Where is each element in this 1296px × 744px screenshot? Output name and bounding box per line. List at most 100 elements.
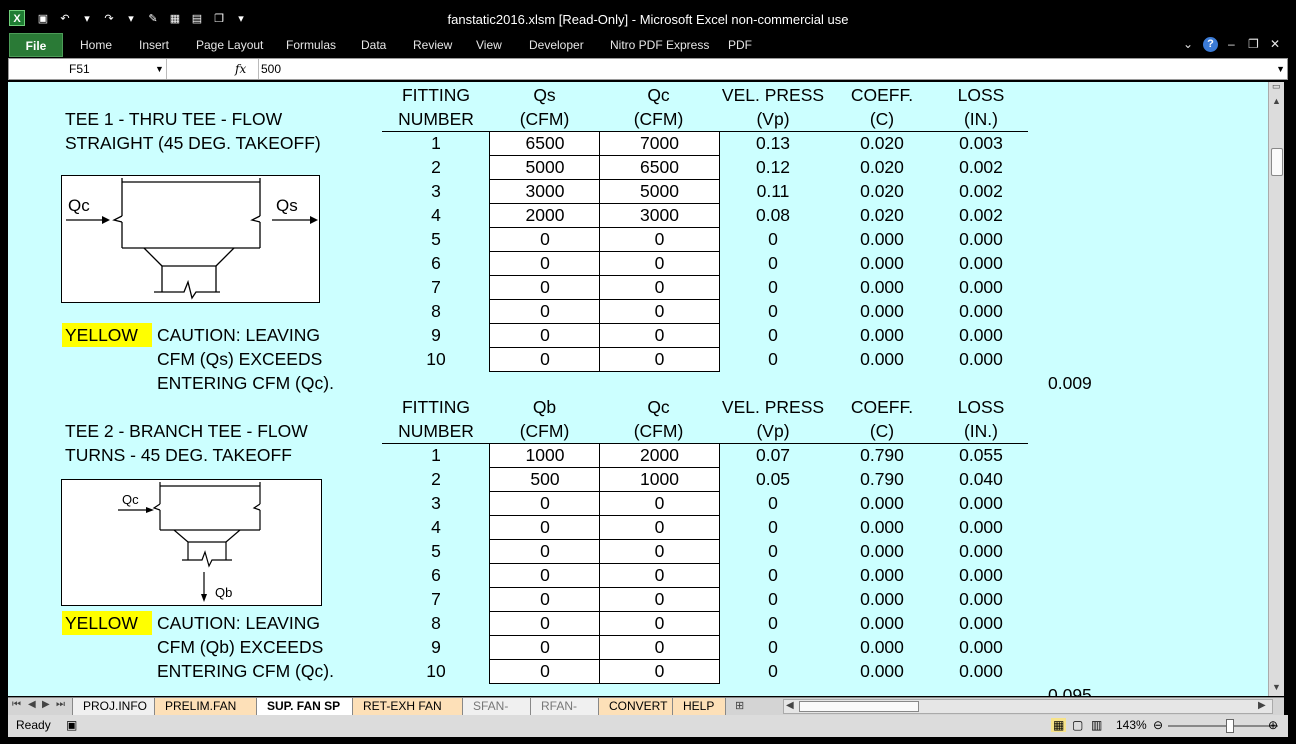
tee1-cell-col3[interactable]: 0 bbox=[599, 275, 720, 300]
last-sheet-icon[interactable]: ⏭ bbox=[56, 699, 65, 710]
tee2-cell-col3[interactable]: 0 bbox=[599, 491, 720, 516]
tab-data[interactable]: Data bbox=[361, 38, 386, 52]
tee2-cell-col2[interactable]: 0 bbox=[489, 659, 601, 684]
tab-formulas[interactable]: Formulas bbox=[286, 38, 336, 52]
tee1-cell-col2[interactable]: 3000 bbox=[489, 179, 601, 204]
undo-icon[interactable]: ↶ bbox=[56, 9, 74, 27]
zoom-slider[interactable] bbox=[1168, 725, 1278, 727]
page-layout-view-icon[interactable]: ▢ bbox=[1072, 718, 1083, 732]
sheet-tab-help[interactable]: HELP bbox=[672, 698, 726, 715]
tab-pdf[interactable]: PDF bbox=[728, 38, 752, 52]
tee1-cell-col3[interactable]: 3000 bbox=[599, 203, 720, 228]
normal-view-icon[interactable]: ▦ bbox=[1051, 718, 1067, 732]
sheet-tab-rfan-sp[interactable]: RFAN-SP bbox=[530, 698, 600, 730]
tee1-cell-col3[interactable]: 6500 bbox=[599, 155, 720, 180]
tee1-cell-col3[interactable]: 0 bbox=[599, 251, 720, 276]
tee1-cell-col2[interactable]: 0 bbox=[489, 275, 601, 300]
tee2-cell-col3[interactable]: 2000 bbox=[599, 443, 720, 468]
excel-logo-icon[interactable]: X bbox=[9, 10, 25, 26]
sheet-tab-proj-info[interactable]: PROJ.INFO bbox=[72, 698, 156, 715]
tee2-cell-col2[interactable]: 0 bbox=[489, 539, 601, 564]
tee1-cell-col3[interactable]: 0 bbox=[599, 323, 720, 348]
tee2-cell-col2[interactable]: 0 bbox=[489, 491, 601, 516]
sheet-tab-sfan-sp[interactable]: SFAN-SP bbox=[462, 698, 532, 730]
tab-home[interactable]: Home bbox=[80, 38, 112, 52]
page-break-view-icon[interactable]: ▥ bbox=[1091, 718, 1102, 732]
zoom-slider-knob[interactable] bbox=[1226, 719, 1234, 733]
tee2-cell-col2[interactable]: 500 bbox=[489, 467, 601, 492]
horizontal-scrollbar[interactable]: ◀ ▶ bbox=[783, 699, 1273, 714]
insert-function-icon[interactable]: fx bbox=[235, 59, 246, 79]
scroll-up-icon[interactable]: ▲ bbox=[1272, 96, 1281, 106]
scroll-down-icon[interactable]: ▼ bbox=[1272, 682, 1281, 692]
vertical-scroll-thumb[interactable] bbox=[1271, 148, 1283, 176]
tab-developer[interactable]: Developer bbox=[529, 38, 584, 52]
tee2-cell-col3[interactable]: 0 bbox=[599, 587, 720, 612]
name-box[interactable]: F51 bbox=[9, 59, 167, 79]
redo-dropdown-icon[interactable]: ▾ bbox=[122, 9, 140, 27]
sheet-tab-sup-fan-sp[interactable]: SUP. FAN SP bbox=[256, 698, 354, 715]
zoom-in-icon[interactable]: ⊕ bbox=[1268, 718, 1278, 732]
tee1-cell-col3[interactable]: 7000 bbox=[599, 131, 720, 156]
ribbon-collapse-icon[interactable]: ⌄ bbox=[1183, 37, 1193, 51]
table-icon[interactable]: ▦ bbox=[166, 9, 184, 27]
tee2-cell-col3[interactable]: 0 bbox=[599, 539, 720, 564]
tee1-cell-col3[interactable]: 0 bbox=[599, 299, 720, 324]
horizontal-scroll-thumb[interactable] bbox=[799, 701, 919, 712]
undo-dropdown-icon[interactable]: ▾ bbox=[78, 9, 96, 27]
tab-file[interactable]: File bbox=[9, 33, 63, 57]
worksheet-grid[interactable]: TEE 1 - THRU TEE - FLOW STRAIGHT (45 DEG… bbox=[8, 82, 1268, 696]
tee1-cell-col2[interactable]: 0 bbox=[489, 323, 601, 348]
insert-sheet-icon[interactable]: ⊞ bbox=[735, 699, 744, 712]
tee1-cell-col2[interactable]: 2000 bbox=[489, 203, 601, 228]
prev-sheet-icon[interactable]: ◀ bbox=[28, 699, 36, 710]
customize-toolbar-icon[interactable]: ▾ bbox=[232, 9, 250, 27]
tab-view[interactable]: View bbox=[476, 38, 502, 52]
tee2-cell-col2[interactable]: 0 bbox=[489, 515, 601, 540]
split-box-icon[interactable]: ▭ bbox=[1272, 81, 1281, 92]
tee2-cell-col3[interactable]: 0 bbox=[599, 659, 720, 684]
tee1-cell-col3[interactable]: 0 bbox=[599, 227, 720, 252]
tab-nitro-pdf-express[interactable]: Nitro PDF Express bbox=[610, 38, 709, 52]
sheet-tab-ret-exh-fan-sp[interactable]: RET-EXH FAN SP bbox=[352, 698, 464, 730]
tee2-cell-col2[interactable]: 1000 bbox=[489, 443, 601, 468]
sheet-tab-convert[interactable]: CONVERT bbox=[598, 698, 674, 715]
tee2-cell-col3[interactable]: 0 bbox=[599, 611, 720, 636]
tab-page-layout[interactable]: Page Layout bbox=[196, 38, 263, 52]
tee1-cell-col2[interactable]: 5000 bbox=[489, 155, 601, 180]
tee1-cell-col3[interactable]: 0 bbox=[599, 347, 720, 372]
save-icon[interactable]: ▣ bbox=[34, 9, 52, 27]
tee1-cell-col2[interactable]: 0 bbox=[489, 299, 601, 324]
tee1-cell-col3[interactable]: 5000 bbox=[599, 179, 720, 204]
zoom-level[interactable]: 143% bbox=[1116, 718, 1147, 732]
scroll-right-icon[interactable]: ▶ bbox=[1258, 700, 1266, 711]
next-sheet-icon[interactable]: ▶ bbox=[42, 699, 50, 710]
zoom-out-icon[interactable]: ⊖ bbox=[1153, 718, 1163, 732]
expand-formula-bar-icon[interactable]: ▼ bbox=[1276, 59, 1285, 79]
macro-record-icon[interactable]: ▣ bbox=[66, 718, 77, 732]
help-icon[interactable]: ? bbox=[1203, 37, 1218, 52]
tee2-cell-col3[interactable]: 0 bbox=[599, 515, 720, 540]
paste-icon[interactable]: ▤ bbox=[188, 9, 206, 27]
tab-review[interactable]: Review bbox=[413, 38, 452, 52]
copy-icon[interactable]: ❐ bbox=[210, 9, 228, 27]
tee1-cell-col2[interactable]: 0 bbox=[489, 251, 601, 276]
tee1-cell-col2[interactable]: 0 bbox=[489, 227, 601, 252]
vertical-scrollbar[interactable]: ▭ ▲ ▼ bbox=[1268, 81, 1284, 696]
tee2-cell-col3[interactable]: 1000 bbox=[599, 467, 720, 492]
formula-input[interactable]: 500 bbox=[261, 59, 281, 79]
minimize-icon[interactable]: – bbox=[1228, 37, 1235, 51]
tab-insert[interactable]: Insert bbox=[139, 38, 169, 52]
format-painter-icon[interactable]: ✎ bbox=[144, 9, 162, 27]
tee2-cell-col2[interactable]: 0 bbox=[489, 587, 601, 612]
first-sheet-icon[interactable]: ⏮ bbox=[12, 699, 21, 710]
sheet-tab-prelim-fan-sp[interactable]: PRELIM.FAN SP bbox=[154, 698, 258, 730]
restore-icon[interactable]: ❐ bbox=[1248, 37, 1259, 51]
tee1-cell-col2[interactable]: 6500 bbox=[489, 131, 601, 156]
tee2-cell-col3[interactable]: 0 bbox=[599, 563, 720, 588]
tee2-cell-col2[interactable]: 0 bbox=[489, 611, 601, 636]
name-box-dropdown-icon[interactable]: ▼ bbox=[155, 59, 164, 79]
tee2-cell-col3[interactable]: 0 bbox=[599, 635, 720, 660]
close-icon[interactable]: ✕ bbox=[1270, 37, 1280, 51]
tee2-cell-col2[interactable]: 0 bbox=[489, 635, 601, 660]
